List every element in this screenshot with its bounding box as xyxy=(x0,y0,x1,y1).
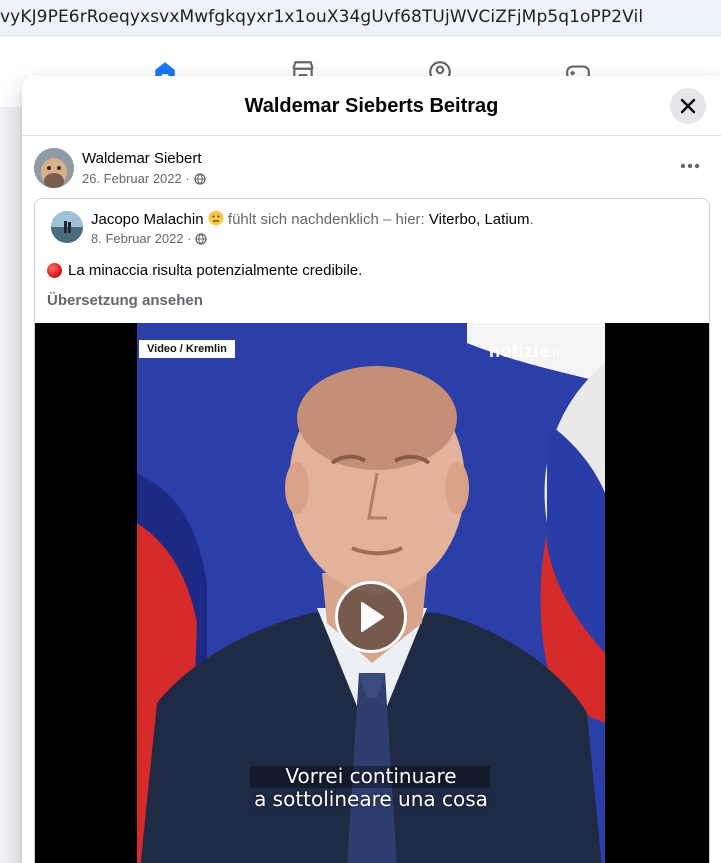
browser-address-bar[interactable]: vyKJ9PE6rRoeqyxsvxMwfgkqyxr1x1ouX34gUvf6… xyxy=(0,0,721,36)
see-translation-link[interactable]: Übersetzung ansehen xyxy=(47,292,203,309)
dialog-title: Waldemar Sieberts Beitrag xyxy=(244,95,499,117)
location-link[interactable]: Viterbo, Latium xyxy=(429,211,530,228)
globe-icon xyxy=(195,232,208,245)
url-text[interactable]: vyKJ9PE6rRoeqyxsvxMwfgkqyxr1x1ouX34gUvf6… xyxy=(0,7,643,27)
feeling-emoji-icon xyxy=(208,210,224,230)
red-circle-icon xyxy=(47,263,62,278)
shared-author-name[interactable]: Jacopo Malachin xyxy=(91,211,204,228)
play-button[interactable] xyxy=(335,581,407,653)
post-dialog: Waldemar Sieberts Beitrag Waldemar Siebe… xyxy=(22,76,721,863)
more-icon xyxy=(680,163,700,169)
brand-watermark: notizie.it xyxy=(489,341,560,362)
close-button[interactable] xyxy=(670,88,706,124)
brand-suffix: .it xyxy=(549,348,560,360)
dialog-header: Waldemar Sieberts Beitrag xyxy=(22,76,721,136)
feeling-text: fühlt sich nachdenklich – hier: xyxy=(227,211,425,228)
shared-post-date[interactable]: 8. Februar 2022 · xyxy=(91,231,191,246)
video-subtitle: Vorrei continuare a sottolineare una cos… xyxy=(137,765,605,811)
close-icon xyxy=(680,98,696,114)
subtitle-line-1: Vorrei continuare xyxy=(285,764,457,788)
post-text: La minaccia risulta potenzialmente credi… xyxy=(47,262,362,279)
post-date[interactable]: 26. Februar 2022 · xyxy=(82,171,190,186)
video-player[interactable]: Video / Kremlin notizie.it Vorrei contin… xyxy=(35,323,709,863)
more-options-button[interactable] xyxy=(674,154,706,178)
shared-post-header: Jacopo Malachin fühlt sich nachdenklich … xyxy=(91,210,534,230)
video-source-label: Video / Kremlin xyxy=(139,340,235,358)
post-text-content: La minaccia risulta potenzialmente credi… xyxy=(68,262,363,279)
play-icon xyxy=(361,602,384,632)
post-meta: 26. Februar 2022 · xyxy=(82,171,206,186)
shared-post-card: Jacopo Malachin fühlt sich nachdenklich … xyxy=(34,198,710,863)
subtitle-line-2: a sottolineare una cosa xyxy=(254,787,488,811)
shared-author-avatar[interactable] xyxy=(51,211,83,243)
location-suffix: . xyxy=(529,211,534,228)
brand-name: notizie xyxy=(489,341,550,361)
globe-icon xyxy=(194,172,206,185)
author-avatar[interactable] xyxy=(34,148,74,188)
shared-post-meta: 8. Februar 2022 · xyxy=(91,231,208,246)
author-name[interactable]: Waldemar Siebert xyxy=(82,150,202,167)
